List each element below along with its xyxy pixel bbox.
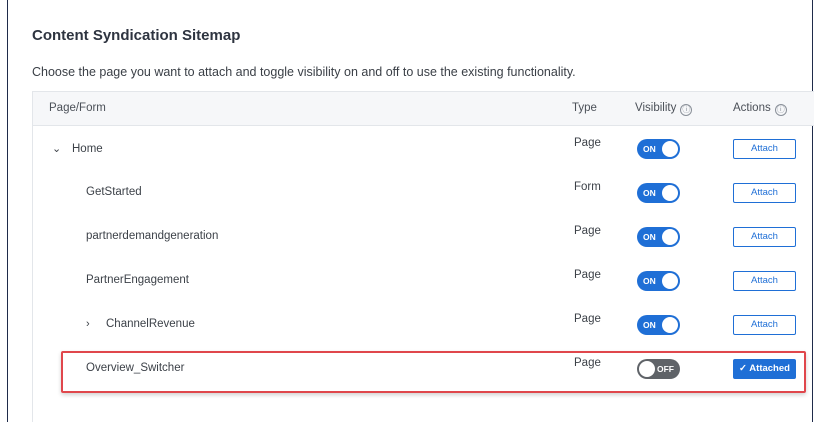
page-name: partnerdemandgeneration [86,230,219,242]
toggle-knob [662,317,678,333]
visibility-toggle[interactable]: ON [637,183,680,203]
type-cell: Page [574,313,601,325]
table-row: ⌄ Home Page ON Attach [33,126,814,170]
visibility-toggle[interactable]: ON [637,227,680,247]
sitemap-table: Page/Form Type Visibility ⓘ Actions ⓘ ⌄ Hom… [32,91,814,422]
toggle-knob [662,229,678,245]
toggle-label: ON [643,320,656,330]
attach-button[interactable]: Attach [733,227,796,247]
chevron-right-icon[interactable]: › [86,318,106,330]
toggle-label: ON [643,144,656,154]
attach-button[interactable]: Attach [733,315,796,335]
table-row: GetStarted Form ON Attach [33,170,814,214]
attach-button[interactable]: Attach [733,183,796,203]
toggle-knob [639,361,655,377]
attached-button[interactable]: ✓ Attached [733,359,796,379]
type-cell: Page [574,357,601,369]
visibility-toggle[interactable]: ON [637,271,680,291]
attach-button[interactable]: Attach [733,139,796,159]
visibility-label: Visibility [635,102,677,114]
page-name-cell: › ChannelRevenue [86,318,195,330]
toggle-knob [662,273,678,289]
table-row: Overview_Switcher Page OFF ✓ Attached [33,346,814,390]
toggle-label: ON [643,276,656,286]
table-header: Page/Form Type Visibility ⓘ Actions ⓘ [33,92,814,126]
toggle-knob [662,185,678,201]
toggle-label: ON [643,188,656,198]
page-name: GetStarted [86,186,142,198]
toggle-knob [662,141,678,157]
page-name: PartnerEngagement [86,274,189,286]
column-header-type: Type [572,102,597,114]
table-row: partnerdemandgeneration Page ON Attach [33,214,814,258]
visibility-toggle[interactable]: ON [637,315,680,335]
page-name-cell: ⌄ Home [52,142,103,155]
page-name: ChannelRevenue [106,318,195,330]
page-description: Choose the page you want to attach and t… [32,65,576,79]
page-name: Overview_Switcher [86,362,185,374]
page-title: Content Syndication Sitemap [32,27,241,44]
type-cell: Form [574,181,601,193]
attach-button[interactable]: Attach [733,271,796,291]
visibility-toggle[interactable]: OFF [637,359,680,379]
info-icon[interactable]: ⓘ [680,104,693,116]
table-row: PartnerEngagement Page ON Attach [33,258,814,302]
type-cell: Page [574,225,601,237]
table-row: › ChannelRevenue Page ON Attach [33,302,814,346]
column-header-actions: Actions ⓘ [733,102,787,116]
column-header-visibility: Visibility ⓘ [635,102,693,116]
visibility-toggle[interactable]: ON [637,139,680,159]
actions-label: Actions [733,102,771,114]
type-cell: Page [574,137,601,149]
type-cell: Page [574,269,601,281]
toggle-label: ON [643,232,656,242]
info-icon[interactable]: ⓘ [774,104,787,116]
chevron-down-icon[interactable]: ⌄ [52,142,72,155]
page-name: Home [72,143,103,155]
column-header-page: Page/Form [49,102,106,114]
toggle-label: OFF [657,364,674,374]
